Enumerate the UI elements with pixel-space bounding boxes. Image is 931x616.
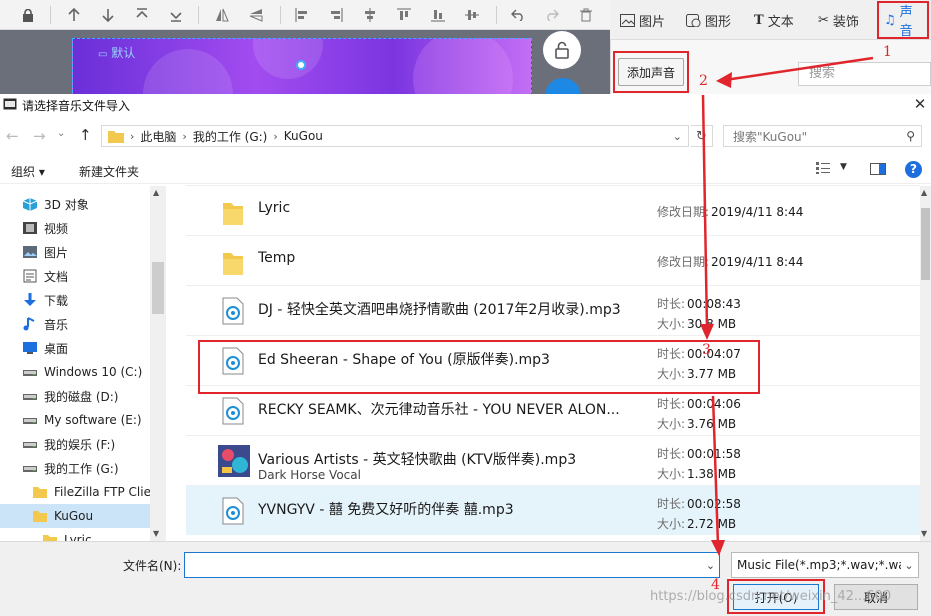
- annotation-arrowhead: [716, 72, 732, 88]
- annotation-arrow-2-to-3: [701, 94, 709, 331]
- annotation-number-3: 3: [702, 342, 711, 358]
- annotation-number-2: 2: [699, 73, 708, 89]
- annotation-arrows: [700, 56, 874, 556]
- watermark: https://blog.csdn.net/weixin_42...600: [650, 589, 892, 604]
- annotation-arrow-3-to-4: [711, 395, 720, 546]
- annotation-arrowhead: [700, 324, 714, 340]
- annotation-number-1: 1: [883, 44, 892, 60]
- annotation-arrow-1-to-2: [724, 56, 874, 82]
- annotation-arrowhead: [711, 540, 725, 556]
